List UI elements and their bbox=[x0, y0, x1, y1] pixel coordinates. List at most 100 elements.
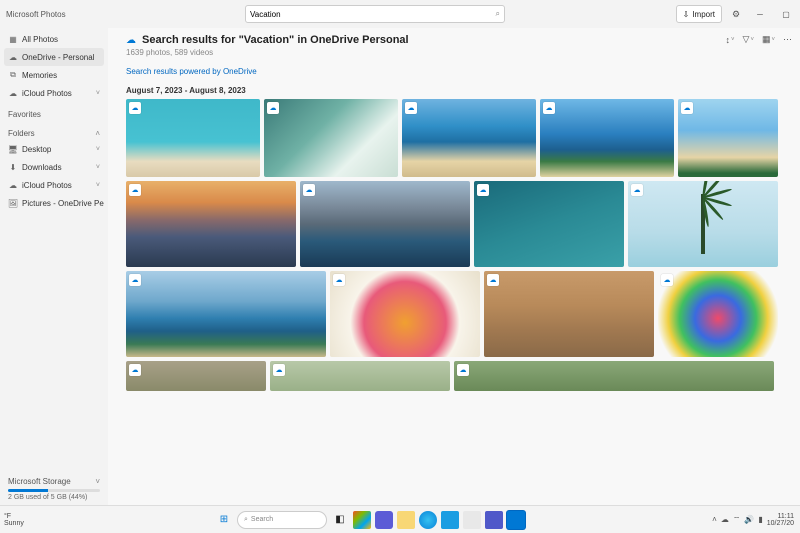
photo-thumbnail[interactable]: ☁ bbox=[658, 271, 778, 357]
thumb-row: ☁☁☁ bbox=[126, 361, 790, 391]
sidebar-item-label: All Photos bbox=[22, 35, 58, 44]
app-icon[interactable] bbox=[353, 511, 371, 529]
cloud-badge-icon: ☁ bbox=[457, 364, 469, 376]
photo-thumbnail[interactable]: ☁ bbox=[454, 361, 774, 391]
result-count: 1639 photos, 589 videos bbox=[126, 48, 790, 57]
main-content: ↕˅ ▽˅ ▦˅ ⋯ ☁ Search results for "Vacatio… bbox=[108, 28, 800, 505]
cloud-badge-icon: ☁ bbox=[487, 274, 499, 286]
app-title: Microsoft Photos bbox=[4, 10, 124, 19]
cloud-badge-icon: ☁ bbox=[631, 184, 643, 196]
page-header: ☁ Search results for "Vacation" in OneDr… bbox=[126, 34, 790, 46]
layout-button[interactable]: ▦˅ bbox=[762, 34, 775, 45]
folders-section[interactable]: Folders ˄ bbox=[4, 127, 104, 140]
folder-icloud[interactable]: ☁ iCloud Photos ˅ bbox=[4, 176, 104, 194]
import-icon: ⇩ bbox=[683, 10, 690, 19]
import-label: Import bbox=[692, 10, 715, 19]
taskbar: °F Sunny ⊞ ⌕ Search ◧ ˄ ☁ ⌔ 🔊 ▮ 11:11 10… bbox=[0, 505, 800, 533]
volume-icon[interactable]: 🔊 bbox=[744, 515, 754, 524]
sidebar-item-icloud[interactable]: ☁ iCloud Photos ˅ bbox=[4, 84, 104, 102]
photo-thumbnail[interactable]: ☁ bbox=[474, 181, 624, 267]
cloud-badge-icon: ☁ bbox=[129, 274, 141, 286]
desktop-icon: 🖥 bbox=[8, 145, 18, 154]
photo-thumbnail[interactable]: ☁ bbox=[678, 99, 778, 177]
folder-desktop[interactable]: 🖥 Desktop ˅ bbox=[4, 140, 104, 158]
chevron-down-icon: ˅ bbox=[96, 90, 100, 97]
minimize-button[interactable]: ─ bbox=[750, 4, 770, 24]
battery-icon[interactable]: ▮ bbox=[758, 515, 762, 524]
onedrive-tray-icon[interactable]: ☁ bbox=[721, 515, 729, 524]
sidebar-item-label: OneDrive - Personal bbox=[22, 53, 94, 62]
picture-icon: 🖼 bbox=[8, 199, 18, 208]
photo-thumbnail[interactable]: ☁ bbox=[330, 271, 480, 357]
search-icon[interactable]: ⌕ bbox=[496, 9, 500, 19]
photo-thumbnail[interactable]: ☁ bbox=[126, 181, 296, 267]
wifi-icon[interactable]: ⌔ bbox=[733, 515, 741, 525]
sidebar-item-label: iCloud Photos bbox=[22, 89, 72, 98]
store-icon[interactable] bbox=[441, 511, 459, 529]
cloud-icon: ☁ bbox=[8, 89, 18, 98]
chevron-down-icon: ˅ bbox=[95, 477, 100, 486]
photo-thumbnail[interactable]: ☁ bbox=[402, 99, 536, 177]
app-icon[interactable] bbox=[375, 511, 393, 529]
thumb-row: ☁☁☁☁☁ bbox=[126, 99, 790, 177]
cloud-badge-icon: ☁ bbox=[303, 184, 315, 196]
teams-icon[interactable] bbox=[485, 511, 503, 529]
filter-button[interactable]: ▽˅ bbox=[743, 34, 754, 45]
import-button[interactable]: ⇩ Import bbox=[676, 5, 722, 23]
photo-thumbnail[interactable]: ☁ bbox=[126, 99, 260, 177]
storage-widget[interactable]: Microsoft Storage ˅ 2 GB used of 5 GB (4… bbox=[4, 475, 104, 503]
photo-thumbnail[interactable]: ☁ bbox=[264, 99, 398, 177]
photo-thumbnail[interactable]: ☁ bbox=[300, 181, 470, 267]
thumb-row: ☁ ☁ ☁ ☁ bbox=[126, 181, 790, 267]
folder-label: iCloud Photos bbox=[22, 181, 72, 190]
cloud-icon: ☁ bbox=[8, 181, 18, 190]
folder-label: Pictures - OneDrive Personal bbox=[22, 199, 104, 208]
clock[interactable]: 11:11 10/27/20 bbox=[767, 513, 794, 527]
chevron-up-icon: ˄ bbox=[95, 129, 100, 138]
photo-thumbnail[interactable]: ☁ bbox=[126, 361, 266, 391]
sidebar-item-all-photos[interactable]: ▦ All Photos bbox=[4, 30, 104, 48]
view-toolbar: ↕˅ ▽˅ ▦˅ ⋯ bbox=[726, 34, 792, 45]
weather-widget[interactable]: °F Sunny bbox=[0, 513, 60, 527]
section-label: Folders bbox=[8, 129, 35, 138]
favorites-section[interactable]: Favorites bbox=[4, 108, 104, 121]
chevron-down-icon: ˅ bbox=[96, 182, 100, 189]
sidebar-item-onedrive[interactable]: ☁ OneDrive - Personal bbox=[4, 48, 104, 66]
taskbar-search[interactable]: ⌕ Search bbox=[237, 511, 327, 529]
folder-pictures-onedrive[interactable]: 🖼 Pictures - OneDrive Personal ˅ bbox=[4, 194, 104, 212]
task-view-icon[interactable]: ◧ bbox=[331, 511, 349, 529]
system-tray: ˄ ☁ ⌔ 🔊 ▮ 11:11 10/27/20 bbox=[680, 513, 800, 527]
sort-button[interactable]: ↕˅ bbox=[726, 34, 735, 45]
onedrive-icon: ☁ bbox=[126, 35, 136, 46]
sidebar: ▦ All Photos ☁ OneDrive - Personal ⧉ Mem… bbox=[0, 28, 108, 505]
storage-label: 2 GB used of 5 GB (44%) bbox=[8, 494, 100, 501]
search-icon: ⌕ bbox=[244, 516, 248, 524]
photos-icon[interactable] bbox=[507, 511, 525, 529]
folder-downloads[interactable]: ⬇ Downloads ˅ bbox=[4, 158, 104, 176]
photo-thumbnail[interactable]: ☁ bbox=[126, 271, 326, 357]
photo-thumbnail[interactable]: ☁ bbox=[540, 99, 674, 177]
cloud-badge-icon: ☁ bbox=[333, 274, 345, 286]
clock-date: 10/27/20 bbox=[767, 520, 794, 527]
photo-thumbnail[interactable]: ☁ bbox=[270, 361, 450, 391]
clock-time: 11:11 bbox=[767, 513, 794, 520]
titlebar-right: ⇩ Import ⚙ ─ ▢ bbox=[626, 4, 796, 24]
start-button[interactable]: ⊞ bbox=[215, 511, 233, 529]
more-button[interactable]: ⋯ bbox=[783, 34, 792, 45]
maximize-button[interactable]: ▢ bbox=[776, 4, 796, 24]
tray-chevron-icon[interactable]: ˄ bbox=[712, 515, 717, 524]
edge-icon[interactable] bbox=[419, 511, 437, 529]
cloud-badge-icon: ☁ bbox=[661, 274, 673, 286]
storage-title: Microsoft Storage bbox=[8, 477, 71, 486]
photo-thumbnail[interactable]: ☁ bbox=[484, 271, 654, 357]
storage-bar bbox=[8, 489, 100, 492]
photo-thumbnail[interactable]: ☁ bbox=[628, 181, 778, 267]
app-icon[interactable] bbox=[463, 511, 481, 529]
settings-icon[interactable]: ⚙ bbox=[728, 6, 744, 22]
explorer-icon[interactable] bbox=[397, 511, 415, 529]
search-input[interactable] bbox=[250, 10, 496, 19]
search-box[interactable]: ⌕ bbox=[245, 5, 505, 23]
powered-by-link[interactable]: Search results powered by OneDrive bbox=[126, 67, 790, 76]
app-body: ▦ All Photos ☁ OneDrive - Personal ⧉ Mem… bbox=[0, 28, 800, 505]
sidebar-item-memories[interactable]: ⧉ Memories bbox=[4, 66, 104, 84]
